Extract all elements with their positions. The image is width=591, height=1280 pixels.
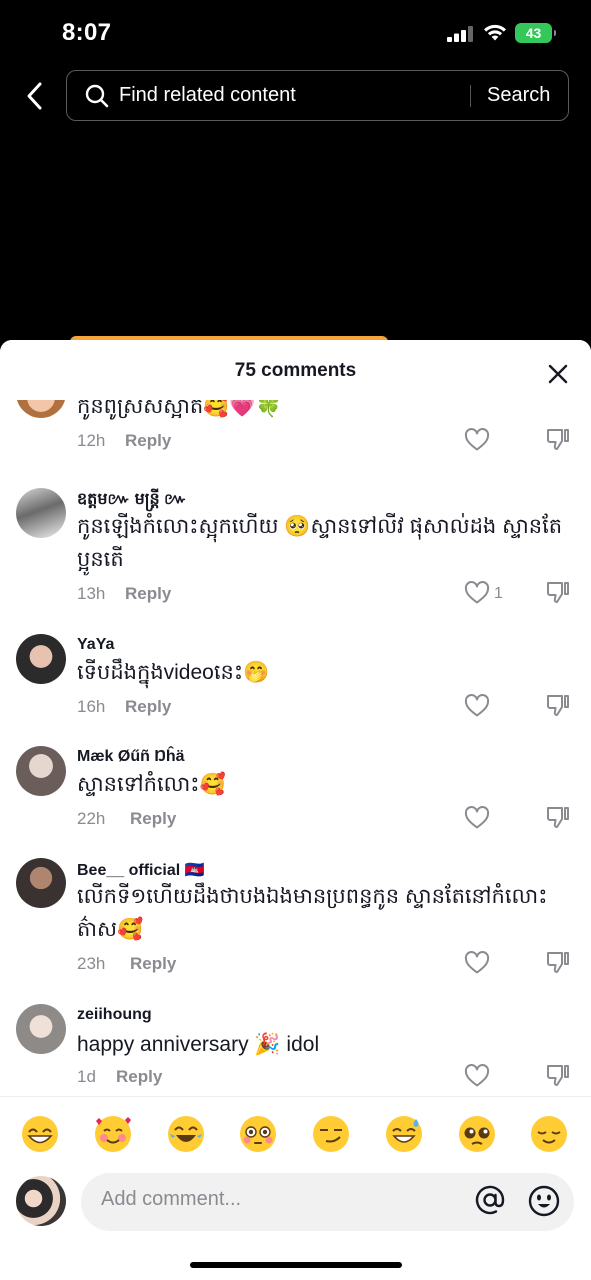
heart-outline-icon[interactable]	[464, 581, 490, 605]
video-area: 8:07 43 Find related content Search	[0, 0, 591, 346]
status-time: 8:07	[62, 19, 112, 46]
emoji-pleading-icon[interactable]	[458, 1115, 496, 1153]
my-avatar[interactable]	[16, 1176, 66, 1226]
emoji-sweat-smile-icon[interactable]	[385, 1115, 423, 1153]
comment-item: YaYa ទើបដឹងក្នុងvideoនេះ🤭 16h Reply	[0, 622, 591, 722]
comment-text: happy anniversary 🎉 idol	[77, 1033, 320, 1056]
home-indicator	[190, 1262, 402, 1268]
avatar[interactable]	[16, 1004, 66, 1054]
like-count: 1	[494, 585, 503, 602]
comment-time: 12h	[77, 431, 106, 450]
reply-button[interactable]: Reply	[125, 697, 171, 717]
comment-username[interactable]: Bee__ official 🇰🇭	[77, 860, 205, 880]
search-bar[interactable]: Find related content Search	[66, 70, 569, 121]
emoji-smirk-icon[interactable]	[312, 1115, 350, 1153]
comment-time: 16h	[77, 697, 106, 716]
heart-outline-icon[interactable]	[464, 951, 490, 975]
at-icon[interactable]	[474, 1184, 506, 1216]
reply-button[interactable]: Reply	[130, 809, 176, 829]
wifi-icon	[484, 24, 506, 41]
comment-username[interactable]: ឧត្តម៚ មន្ត្រី ៚	[77, 488, 187, 512]
search-input[interactable]: Find related content	[119, 84, 296, 107]
thumbs-down-icon[interactable]	[545, 693, 571, 719]
comment-text: លើកទី១ហើយដឹងថាបងឯងមានប្រពន្ធកូន ស្ទានតែន…	[77, 885, 548, 941]
comment-item: zeiihoung happy anniversary 🎉 idol 1d Re…	[0, 992, 591, 1092]
comments-sheet: 75 comments កូនពូស្រស់ស្អាត🥰💗🍀 12h Reply…	[0, 340, 591, 1280]
emoji-grin-icon[interactable]	[21, 1115, 59, 1153]
comment-input-placeholder[interactable]: Add comment...	[101, 1188, 241, 1211]
avatar[interactable]	[16, 858, 66, 908]
reply-button[interactable]: Reply	[125, 431, 171, 451]
emoji-relieved-icon[interactable]	[530, 1115, 568, 1153]
comment-username[interactable]: Mæk Øűñ Ŋĥä	[77, 748, 185, 766]
search-divider	[470, 85, 471, 107]
close-icon[interactable]	[546, 362, 570, 386]
comment-text: ទើបដឹងក្នុងvideoនេះ🤭	[77, 661, 270, 684]
thumbs-down-icon[interactable]	[545, 427, 571, 453]
emoji-flushed-icon[interactable]	[239, 1115, 277, 1153]
thumbs-down-icon[interactable]	[545, 1063, 571, 1089]
comment-item: ឧត្តម៚ មន្ត្រី ៚ កូនឡើងកំលោះស្អុកហើយ 🥺ស្…	[0, 478, 591, 604]
thumbs-down-icon[interactable]	[545, 805, 571, 831]
quick-emoji-bar	[0, 1096, 591, 1170]
comment-composer: Add comment...	[0, 1170, 591, 1280]
comment-list[interactable]: កូនពូស្រស់ស្អាត🥰💗🍀 12h Reply ឧត្តម៚ មន្ត…	[0, 390, 591, 1096]
back-button[interactable]	[18, 78, 50, 114]
avatar[interactable]	[16, 488, 66, 538]
comment-time: 13h	[77, 584, 106, 603]
comments-header: 75 comments	[0, 340, 591, 400]
search-icon	[85, 84, 109, 108]
smiley-icon[interactable]	[527, 1184, 561, 1218]
comment-username[interactable]: zeiihoung	[77, 1006, 152, 1024]
heart-outline-icon[interactable]	[464, 1064, 490, 1088]
reply-button[interactable]: Reply	[130, 954, 176, 974]
heart-outline-icon[interactable]	[464, 694, 490, 718]
comments-count: 75 comments	[234, 360, 357, 381]
comment-time: 1d	[77, 1067, 96, 1086]
avatar[interactable]	[16, 634, 66, 684]
thumbs-down-icon[interactable]	[545, 950, 571, 976]
search-button[interactable]: Search	[487, 84, 550, 107]
heart-outline-icon[interactable]	[464, 428, 490, 452]
cellular-signal-icon	[447, 26, 473, 42]
comment-time: 22h	[77, 809, 106, 828]
status-bar: 8:07 43	[0, 0, 591, 64]
chevron-left-icon	[27, 82, 42, 110]
comment-text: កូនឡើងកំលោះស្អុកហើយ 🥺ស្ទានទៅលីវ ផុសាល់ដង…	[77, 515, 563, 571]
comment-username[interactable]: YaYa	[77, 636, 114, 654]
avatar[interactable]	[16, 746, 66, 796]
comment-item: កូនពូស្រស់ស្អាត🥰💗🍀 12h Reply	[0, 390, 591, 462]
comment-time: 23h	[77, 954, 106, 973]
comment-item: Mæk Øűñ Ŋĥä ស្ទានទៅកំលោះ🥰 22h Reply	[0, 734, 591, 834]
reply-button[interactable]: Reply	[116, 1067, 162, 1087]
emoji-smiling-hearts-icon[interactable]	[94, 1115, 132, 1153]
comment-item: Bee__ official 🇰🇭 លើកទី១ហើយដឹងថាបងឯងមានប…	[0, 846, 591, 976]
reply-button[interactable]: Reply	[125, 584, 171, 604]
comment-text: ស្ទានទៅកំលោះ🥰	[77, 773, 226, 796]
heart-outline-icon[interactable]	[464, 806, 490, 830]
thumbs-down-icon[interactable]	[545, 580, 571, 606]
battery-indicator: 43	[515, 23, 556, 43]
emoji-laughing-tears-icon[interactable]	[167, 1115, 205, 1153]
